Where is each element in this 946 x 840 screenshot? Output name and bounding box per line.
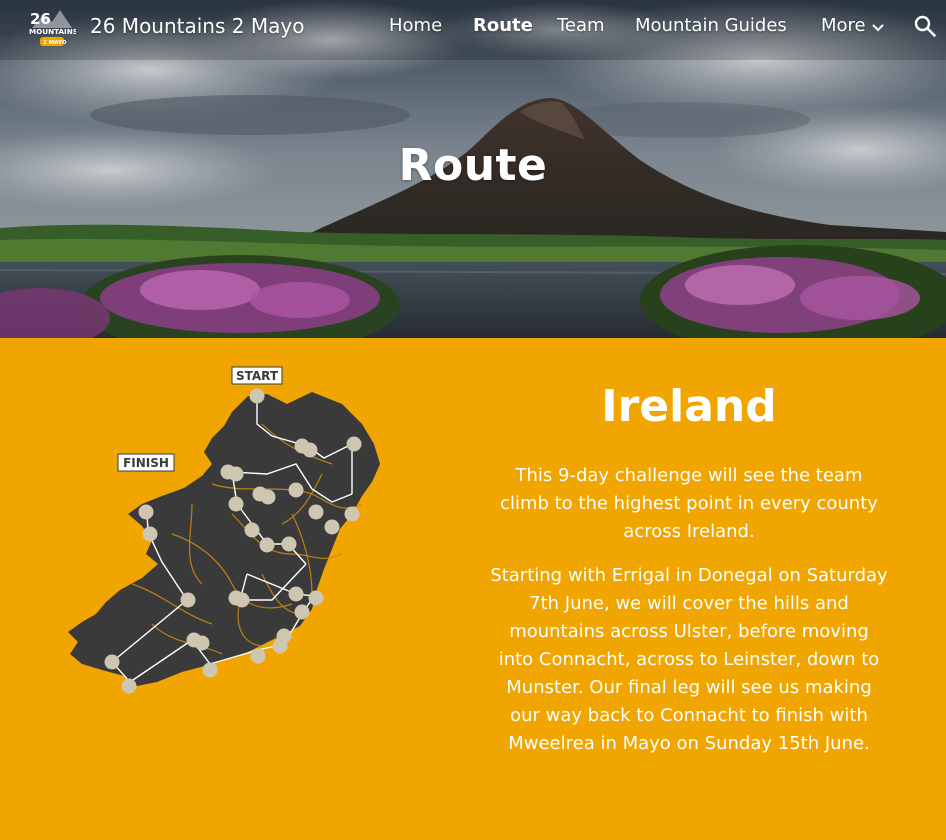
finish-label: FINISH xyxy=(117,453,175,472)
nav-home[interactable]: Home xyxy=(389,15,442,36)
nav-route[interactable]: Route xyxy=(473,15,533,36)
route-point xyxy=(288,586,304,602)
route-description: Ireland This 9-day challenge will see th… xyxy=(490,378,888,774)
finish-label-text: FINISH xyxy=(123,456,169,470)
route-point xyxy=(228,496,244,512)
nav-mountain-guides[interactable]: Mountain Guides xyxy=(635,15,787,36)
route-point xyxy=(272,638,288,654)
route-point xyxy=(308,504,324,520)
search-icon[interactable] xyxy=(914,15,936,37)
logo-word: MOUNTAINS xyxy=(29,27,76,36)
route-point xyxy=(308,590,324,606)
site-logo[interactable]: 26 MOUNTAINS 2 MAYO xyxy=(28,6,76,48)
route-point xyxy=(250,648,266,664)
route-paragraph: Starting with Errigal in Donegal on Satu… xyxy=(490,565,888,754)
route-section: START FINISH Ireland This 9-day challeng… xyxy=(0,338,946,840)
logo-tagline: 2 MAYO xyxy=(43,40,67,46)
route-point xyxy=(228,466,244,482)
route-point xyxy=(244,522,260,538)
route-point xyxy=(138,504,154,520)
start-label: START xyxy=(231,366,283,385)
nav-team[interactable]: Team xyxy=(557,15,605,36)
chevron-down-icon[interactable] xyxy=(871,16,884,37)
start-label-text: START xyxy=(236,369,279,383)
route-point xyxy=(104,654,120,670)
route-point xyxy=(346,436,362,452)
top-navigation: 26 MOUNTAINS 2 MAYO 26 Mountains 2 Mayo … xyxy=(0,0,946,54)
route-point xyxy=(121,678,137,694)
intro-paragraph: This 9-day challenge will see the team c… xyxy=(500,465,878,542)
route-point xyxy=(324,519,340,535)
route-point xyxy=(294,604,310,620)
route-point xyxy=(180,592,196,608)
route-point xyxy=(194,635,210,651)
route-point xyxy=(288,482,304,498)
section-title: Ireland xyxy=(601,381,777,432)
route-point xyxy=(249,388,265,404)
route-point xyxy=(259,537,275,553)
nav-more-label[interactable]: More xyxy=(821,15,866,36)
site-title[interactable]: 26 Mountains 2 Mayo xyxy=(90,14,304,38)
route-point xyxy=(344,506,360,522)
ireland-landmass xyxy=(68,392,380,686)
route-point xyxy=(142,526,158,542)
ireland-route-map: START FINISH xyxy=(68,366,380,694)
route-point xyxy=(260,489,276,505)
route-point xyxy=(202,662,218,678)
nav-more-menu[interactable]: More xyxy=(821,15,884,37)
page-hero-title: Route xyxy=(398,140,548,191)
route-point xyxy=(234,592,250,608)
logo-number: 26 xyxy=(30,10,51,28)
route-point xyxy=(302,442,318,458)
route-point xyxy=(281,536,297,552)
